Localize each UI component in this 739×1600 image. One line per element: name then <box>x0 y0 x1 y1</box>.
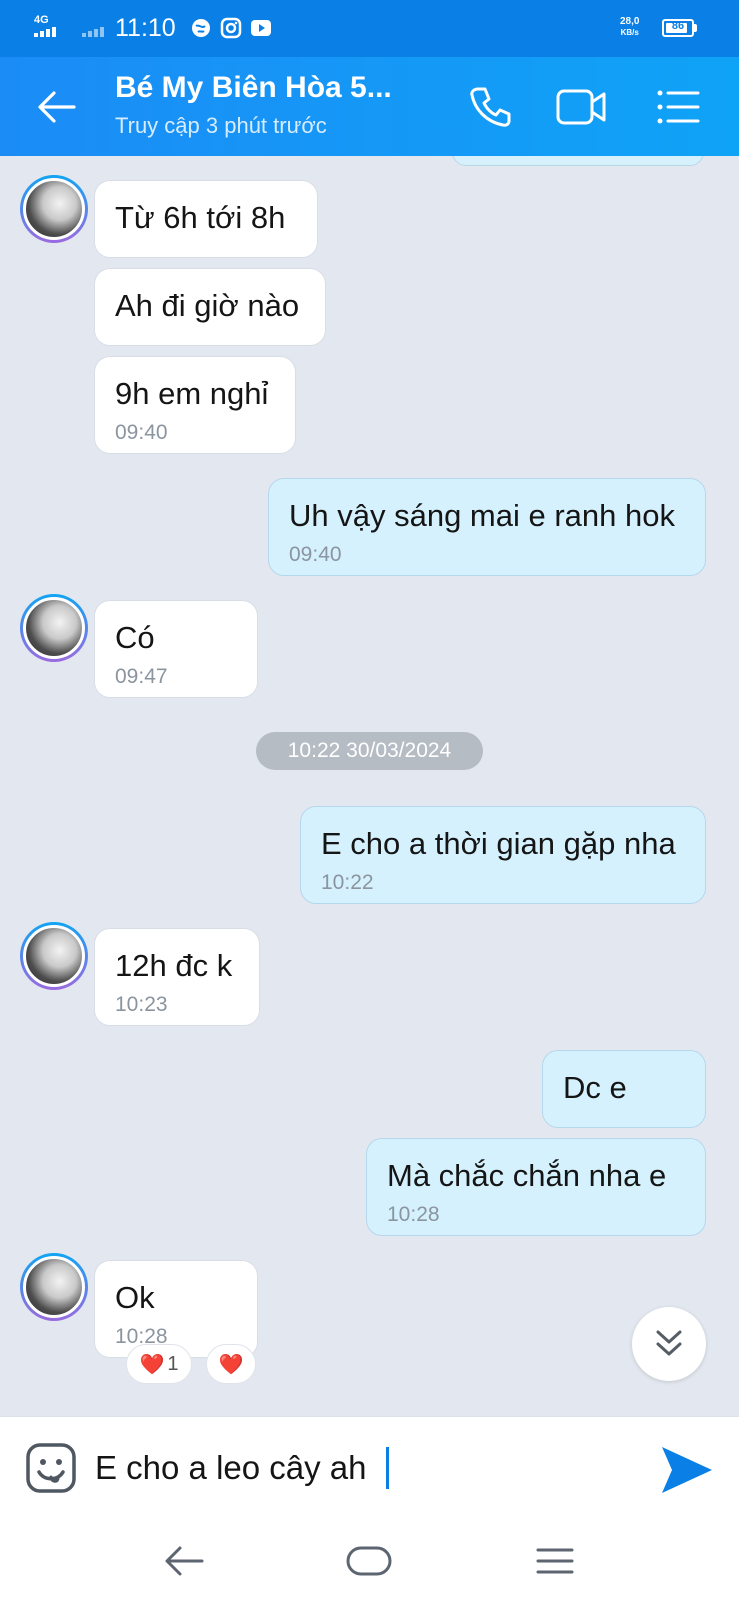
message-incoming[interactable]: Có 09:47 <box>94 600 258 698</box>
video-call-icon[interactable] <box>554 79 610 135</box>
signal-icon <box>34 27 56 37</box>
nav-home-icon[interactable] <box>342 1534 396 1588</box>
avatar[interactable] <box>20 594 88 662</box>
clock: 11:10 <box>115 14 176 42</box>
text-cursor <box>386 1447 389 1489</box>
message-incoming[interactable]: Từ 6h tới 8h <box>94 180 318 258</box>
back-arrow-icon[interactable] <box>34 85 78 129</box>
date-separator: 10:22 30/03/2024 <box>256 732 483 770</box>
reaction-summary[interactable]: ❤️ 1 <box>126 1344 192 1384</box>
scroll-to-bottom-button[interactable] <box>632 1307 706 1381</box>
message-outgoing[interactable]: Dc e <box>542 1050 706 1128</box>
heart-icon: ❤️ <box>218 1353 244 1376</box>
instagram-icon <box>220 17 242 39</box>
system-nav-bar <box>0 1520 739 1600</box>
nav-back-icon[interactable] <box>158 1534 212 1588</box>
chat-header: Bé My Biên Hòa 5... Truy cập 3 phút trướ… <box>0 57 739 156</box>
react-button[interactable]: ❤️ <box>206 1344 256 1384</box>
composer-bar <box>0 1416 739 1520</box>
nav-menu-icon[interactable] <box>528 1534 582 1588</box>
avatar[interactable] <box>20 175 88 243</box>
avatar[interactable] <box>20 1253 88 1321</box>
globe-icon <box>192 19 210 37</box>
double-chevron-down-icon <box>656 1330 682 1356</box>
status-bar: 4G 11:10 28,0 KB/s 86 <box>0 0 739 57</box>
message-list[interactable]: Từ 6h tới 8h Ah đi giờ nào 9h em nghỉ 09… <box>0 156 739 1416</box>
youtube-icon <box>251 20 271 36</box>
heart-icon: ❤️ <box>139 1353 165 1376</box>
signal-2-icon <box>82 27 104 37</box>
contact-name[interactable]: Bé My Biên Hòa 5... <box>115 71 392 105</box>
network-type: 4G <box>34 14 49 26</box>
last-seen-status: Truy cập 3 phút trước <box>115 113 327 138</box>
message-outgoing[interactable]: E cho a thời gian gặp nha 10:22 <box>300 806 706 904</box>
message-outgoing[interactable]: Mà chắc chắn nha e 10:28 <box>366 1138 706 1236</box>
message-incoming[interactable]: Ah đi giờ nào <box>94 268 326 346</box>
reaction-count: 1 <box>167 1352 179 1375</box>
phone-icon[interactable] <box>462 79 518 135</box>
message-bubble-cut <box>452 156 704 166</box>
message-incoming[interactable]: 9h em nghỉ 09:40 <box>94 356 296 454</box>
menu-list-icon[interactable] <box>650 79 706 135</box>
message-incoming[interactable]: 12h đc k 10:23 <box>94 928 260 1026</box>
send-icon[interactable] <box>658 1441 716 1499</box>
battery-icon: 86 <box>662 19 697 37</box>
sticker-icon[interactable] <box>24 1441 78 1495</box>
avatar[interactable] <box>20 922 88 990</box>
network-speed: 28,0 KB/s <box>620 16 640 37</box>
message-input[interactable] <box>95 1443 625 1493</box>
message-outgoing[interactable]: Uh vậy sáng mai e ranh hok 09:40 <box>268 478 706 576</box>
